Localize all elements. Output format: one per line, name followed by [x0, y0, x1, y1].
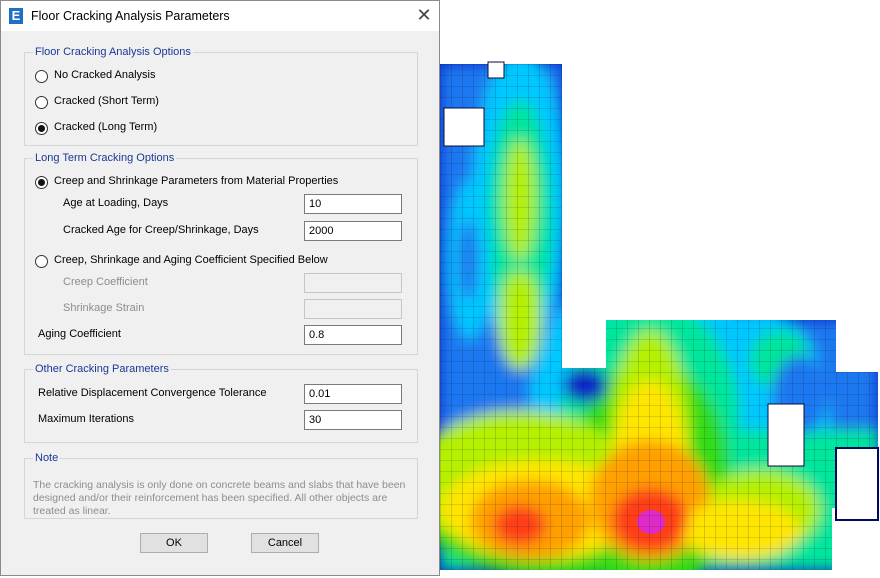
creep-coefficient-label: Creep Coefficient	[63, 276, 148, 288]
specified-below-label: Creep, Shrinkage and Aging Coefficient S…	[54, 254, 328, 266]
other-parameters-legend: Other Cracking Parameters	[35, 363, 169, 375]
aging-coefficient-label: Aging Coefficient	[38, 328, 121, 340]
app-icon: E	[9, 8, 23, 24]
note-legend: Note	[35, 452, 59, 464]
close-icon[interactable]: ✕	[411, 4, 437, 28]
shrinkage-strain-field	[304, 299, 402, 319]
radio-no-cracked[interactable]	[35, 70, 48, 83]
no-cracked-label: No Cracked Analysis	[54, 69, 156, 81]
age-at-loading-label: Age at Loading, Days	[63, 197, 169, 209]
cracked-short-term-label: Cracked (Short Term)	[54, 95, 159, 107]
max-iterations-label: Maximum Iterations	[38, 413, 134, 425]
tolerance-field[interactable]: 0.01	[304, 384, 402, 404]
ok-button[interactable]: OK	[140, 533, 208, 553]
radio-material-properties[interactable]	[35, 176, 48, 189]
long-term-options-legend: Long Term Cracking Options	[35, 152, 175, 164]
note-group: Note The cracking analysis is only done …	[24, 452, 418, 519]
floor-cracking-dialog: E Floor Cracking Analysis Parameters ✕ F…	[0, 0, 440, 576]
shrinkage-strain-label: Shrinkage Strain	[63, 302, 145, 314]
age-at-loading-field[interactable]: 10	[304, 194, 402, 214]
radio-specified-below[interactable]	[35, 255, 48, 268]
material-properties-label: Creep and Shrinkage Parameters from Mate…	[54, 175, 339, 187]
cancel-button[interactable]: Cancel	[251, 533, 319, 553]
tolerance-label: Relative Displacement Convergence Tolera…	[38, 387, 267, 399]
cracked-age-field[interactable]: 2000	[304, 221, 402, 241]
cracked-long-term-label: Cracked (Long Term)	[54, 121, 158, 133]
radio-cracked-long-term[interactable]	[35, 122, 48, 135]
dialog-title: Floor Cracking Analysis Parameters	[31, 9, 230, 23]
analysis-options-legend: Floor Cracking Analysis Options	[35, 46, 191, 58]
cracked-age-label: Cracked Age for Creep/Shrinkage, Days	[63, 224, 259, 236]
max-iterations-field[interactable]: 30	[304, 410, 402, 430]
aging-coefficient-field[interactable]: 0.8	[304, 325, 402, 345]
creep-coefficient-field	[304, 273, 402, 293]
note-text: The cracking analysis is only done on co…	[33, 479, 406, 517]
radio-cracked-short-term[interactable]	[35, 96, 48, 109]
title-bar: E Floor Cracking Analysis Parameters ✕	[1, 1, 439, 31]
